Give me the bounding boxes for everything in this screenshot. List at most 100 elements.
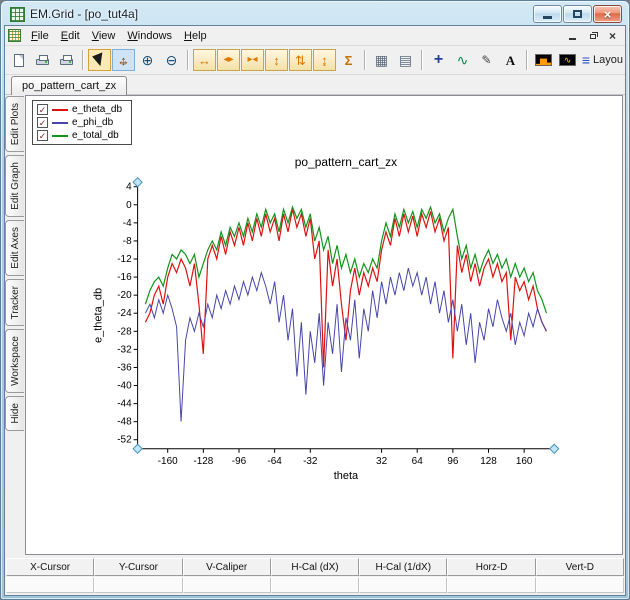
layout-button[interactable]: ≡ Layou [582, 53, 623, 67]
fit-vertical-button[interactable]: ↕ [265, 49, 288, 71]
select-arrow-button[interactable] [88, 49, 111, 71]
shrink-vertical-icon: ↨ [321, 54, 328, 67]
pen-tool-button[interactable]: ✎ [475, 49, 498, 71]
toolbar-separator [82, 50, 84, 70]
side-tab-edit-graph[interactable]: Edit Graph [5, 155, 24, 217]
menu-view[interactable]: View [86, 28, 122, 44]
zoom-in-button[interactable]: ⊕ [136, 49, 159, 71]
layout-label: Layou [593, 54, 623, 66]
shrink-vertical-button[interactable]: ↨ [313, 49, 336, 71]
series-e_phi_db [145, 268, 546, 422]
main-area: Edit Plots Edit Graph Edit Axes Tracker Work… [5, 95, 625, 557]
y-tick-label: -44 [117, 399, 132, 410]
minimize-button[interactable] [533, 5, 562, 23]
status-col-vert-d[interactable]: Vert-D [536, 558, 624, 576]
fft-plot-button[interactable]: ▁▅▂ [532, 49, 555, 71]
y-tick-label: 4 [126, 182, 132, 193]
autoscale-icon: Σ [345, 54, 353, 67]
text-tool-button[interactable]: A [499, 49, 522, 71]
print-preview-button[interactable] [55, 49, 78, 71]
status-col-horz-d[interactable]: Horz-D [447, 558, 535, 576]
chart-title: po_pattern_cart_zx [295, 155, 397, 169]
titlebar: EM.Grid - [po_tut4a] × [4, 1, 626, 25]
menu-edit[interactable]: Edit [55, 28, 86, 44]
zoom-in-icon: ⊕ [142, 53, 154, 67]
side-tab-strip: Edit Plots Edit Graph Edit Axes Tracker Work… [5, 95, 25, 557]
toolbar: ⊕⊖↔◂▸▸◂↕⇅↨Σ▦▤+∿✎A▁▅▂∿∿☑⇕⇥⇔ ≡ Layou [5, 46, 625, 75]
window-title: EM.Grid - [po_tut4a] [30, 7, 138, 21]
document-icon[interactable] [8, 29, 21, 42]
app-window: EM.Grid - [po_tut4a] × FileEditViewWindo… [0, 0, 630, 600]
status-col-x-cursor[interactable]: X-Cursor [6, 558, 94, 576]
legend-label: e_phi_db [72, 117, 113, 128]
legend-checkbox-e_phi_db[interactable]: ✓ [37, 117, 48, 128]
shrink-horizontal-button[interactable]: ▸◂ [241, 49, 264, 71]
menu-help[interactable]: Help [178, 28, 213, 44]
mdi-minimize-button[interactable] [563, 28, 582, 43]
status-col-h-cal-1-dx-[interactable]: H-Cal (1/dX) [359, 558, 447, 576]
legend-checkbox-e_total_db[interactable]: ✓ [37, 130, 48, 141]
print-icon [36, 59, 49, 65]
select-arrow-icon [92, 52, 107, 67]
close-button[interactable]: × [593, 5, 622, 23]
menu-windows[interactable]: Windows [121, 28, 178, 44]
zoom-out-button[interactable]: ⊖ [160, 49, 183, 71]
pan-hand-button[interactable] [112, 49, 135, 71]
legend-item-e_phi_db: ✓ e_phi_db [37, 117, 122, 128]
status-col-y-cursor[interactable]: Y-Cursor [94, 558, 182, 576]
app-icon [10, 7, 25, 22]
side-tab-edit-axes[interactable]: Edit Axes [5, 220, 24, 276]
axis-handle[interactable] [550, 444, 559, 453]
zoom-out-icon: ⊖ [166, 53, 178, 67]
status-col-h-cal-dx-[interactable]: H-Cal (dX) [271, 558, 359, 576]
status-col-v-caliper[interactable]: V-Caliper [183, 558, 271, 576]
add-cursor-button[interactable]: + [427, 49, 450, 71]
grid-button[interactable]: ▦ [370, 49, 393, 71]
waveform-plot-button[interactable]: ∿ [556, 49, 579, 71]
y-tick-label: -40 [117, 380, 132, 391]
text-tool-icon: A [506, 54, 515, 67]
mdi-close-button[interactable]: × [603, 28, 622, 43]
tab-po-pattern-cart-zx[interactable]: po_pattern_cart_zx [11, 76, 127, 95]
fit-horizontal-button[interactable]: ↔ [193, 49, 216, 71]
menu-file[interactable]: File [25, 28, 55, 44]
minimize-icon [543, 16, 552, 19]
menu-items: FileEditViewWindowsHelp [25, 28, 213, 44]
axis-handle[interactable] [133, 444, 142, 453]
side-tab-edit-plots[interactable]: Edit Plots [5, 96, 24, 152]
maximize-button[interactable] [563, 5, 592, 23]
legend-item-e_theta_db: ✓e_theta_db [37, 104, 122, 115]
axis-handle[interactable] [133, 178, 142, 187]
side-tab-workspace[interactable]: Workspace [5, 329, 24, 393]
pan-hand-icon [115, 52, 132, 69]
y-axis-label: e_theta_db [93, 288, 105, 343]
legend-checkbox-e_theta_db[interactable]: ✓ [37, 104, 48, 115]
close-icon: × [604, 8, 612, 21]
x-axis-label: theta [334, 470, 359, 482]
side-tab-tracker[interactable]: Tracker [5, 279, 24, 327]
status-value-2 [183, 577, 271, 593]
spline-tool-icon: ∿ [457, 53, 469, 67]
expand-horizontal-button[interactable]: ◂▸ [217, 49, 240, 71]
mdi-restore-button[interactable] [583, 28, 602, 43]
tab-label: po_pattern_cart_zx [22, 80, 116, 92]
new-document-button[interactable] [7, 49, 30, 71]
mdi-controls: × [562, 28, 622, 43]
expand-vertical-button[interactable]: ⇅ [289, 49, 312, 71]
side-tab-hide[interactable]: Hide [5, 396, 24, 431]
autoscale-button[interactable]: Σ [337, 49, 360, 71]
maximize-icon [573, 10, 582, 18]
statusbar: X-CursorY-CursorV-CaliperH-Cal (dX)H-Cal… [5, 557, 625, 595]
chart-svg[interactable]: po_pattern_cart_zx40-4-8-12-16-20-24-28-… [26, 96, 622, 554]
waveform-plot-icon: ∿ [559, 54, 576, 66]
x-tick-label: 32 [376, 456, 388, 467]
print-button[interactable] [31, 49, 54, 71]
x-tick-label: -96 [232, 456, 247, 467]
status-values [6, 577, 624, 593]
mdi-minimize-icon [569, 38, 576, 40]
tab-bar: po_pattern_cart_zx [5, 75, 625, 95]
legend-line-swatch [52, 109, 68, 111]
spline-tool-button[interactable]: ∿ [451, 49, 474, 71]
data-table-button[interactable]: ▤ [394, 49, 417, 71]
expand-horizontal-icon: ◂▸ [223, 55, 233, 65]
